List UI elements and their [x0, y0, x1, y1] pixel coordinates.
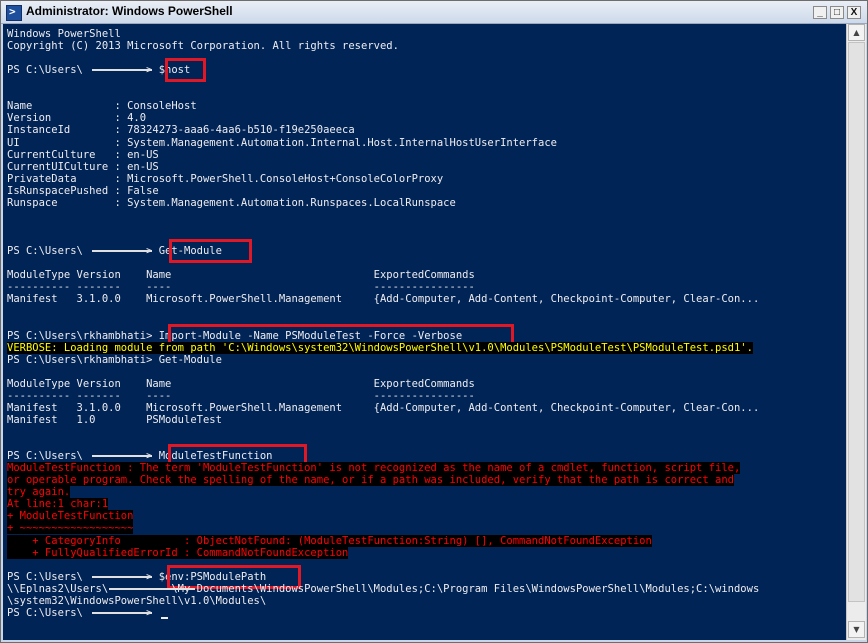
- vertical-scrollbar[interactable]: ▲ ▼: [846, 24, 866, 640]
- output-line: IsRunspacePushed : False: [7, 184, 159, 197]
- error-line: or operable program. Check the spelling …: [7, 474, 734, 487]
- error-line: try again.: [7, 486, 71, 499]
- output-line: CurrentCulture : en-US: [7, 148, 159, 161]
- output-line: CurrentUICulture : en-US: [7, 160, 159, 173]
- error-line: + ModuleTestFunction: [7, 510, 134, 523]
- text-cursor: [161, 616, 169, 619]
- output-line: ---------- ------- ---- ----------------: [7, 281, 475, 294]
- output-line: InstanceId : 78324273-aaa6-4aa6-b510-f19…: [7, 124, 355, 137]
- output-line: ModuleType Version Name ExportedCommands: [7, 377, 475, 390]
- redaction-bar: [92, 611, 152, 614]
- verbose-line: VERBOSE: Loading module from path 'C:\Wi…: [7, 341, 753, 354]
- console-output[interactable]: Windows PowerShell Copyright (C) 2013 Mic…: [3, 24, 846, 640]
- error-line: + CategoryInfo : ObjectNotFound: (Module…: [7, 534, 652, 547]
- redaction-bar: [92, 250, 152, 253]
- output-line: Copyright (C) 2013 Microsoft Corporation…: [7, 40, 399, 53]
- output-line: Manifest 3.1.0.0 Microsoft.PowerShell.Ma…: [7, 293, 760, 306]
- scroll-thumb[interactable]: [848, 42, 865, 602]
- title-bar[interactable]: > Administrator: Windows PowerShell _ □ …: [1, 1, 867, 24]
- powershell-window: > Administrator: Windows PowerShell _ □ …: [0, 0, 868, 643]
- output-line: Manifest 1.0 PSModuleTest: [7, 413, 222, 426]
- output-line: ModuleType Version Name ExportedCommands: [7, 269, 475, 282]
- output-line: Windows PowerShell: [7, 28, 121, 40]
- highlight-box: [165, 58, 206, 83]
- redaction-bar: [109, 587, 195, 590]
- powershell-icon[interactable]: >: [6, 5, 22, 21]
- error-line: + FullyQualifiedErrorId : CommandNotFoun…: [7, 546, 349, 559]
- prompt-line: PS C:\Users\rkhambhati> Get-Module: [7, 353, 222, 366]
- highlight-box: [169, 239, 252, 264]
- output-line: PrivateData : Microsoft.PowerShell.Conso…: [7, 172, 444, 185]
- redaction-bar: [92, 455, 152, 458]
- redaction-bar: [92, 575, 152, 578]
- output-line: Version : 4.0: [7, 112, 147, 125]
- redaction-bar: [92, 69, 152, 72]
- error-line: + ~~~~~~~~~~~~~~~~~~: [7, 522, 134, 535]
- output-line: UI : System.Management.Automation.Intern…: [7, 136, 557, 149]
- error-line: ModuleTestFunction : The term 'ModuleTes…: [7, 462, 741, 475]
- output-line: \system32\WindowsPowerShell\v1.0\Modules…: [7, 594, 267, 607]
- error-line: At line:1 char:1: [7, 498, 109, 511]
- window-title: Administrator: Windows PowerShell: [26, 4, 233, 18]
- output-line: ---------- ------- ---- ----------------: [7, 389, 475, 402]
- scroll-up-icon[interactable]: ▲: [848, 24, 865, 41]
- output-line: Name : ConsoleHost: [7, 100, 197, 113]
- scroll-down-icon[interactable]: ▼: [848, 621, 865, 638]
- output-line: Runspace : System.Management.Automation.…: [7, 196, 456, 209]
- close-button[interactable]: X: [847, 6, 861, 19]
- minimize-button[interactable]: _: [813, 6, 827, 19]
- output-line: Manifest 3.1.0.0 Microsoft.PowerShell.Ma…: [7, 401, 760, 414]
- maximize-button[interactable]: □: [830, 6, 844, 19]
